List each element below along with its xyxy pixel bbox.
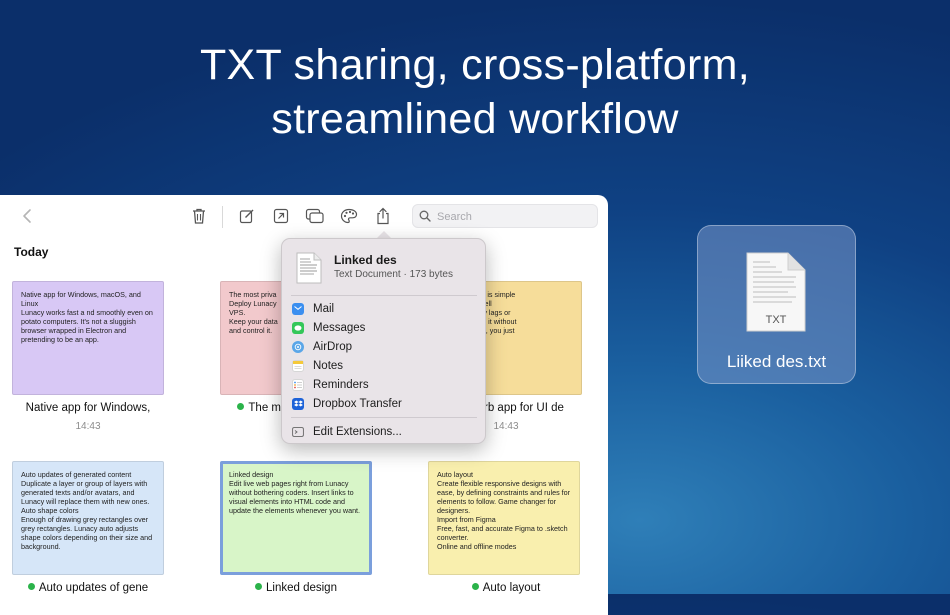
share-item-label: Messages — [313, 322, 366, 334]
share-item-label: Dropbox Transfer — [313, 398, 402, 410]
note-title-text: Auto layout — [482, 582, 541, 594]
share-item-label: Notes — [313, 360, 344, 372]
note-title[interactable]: The m — [208, 402, 281, 414]
edit-extensions-label: Edit Extensions... — [313, 426, 402, 438]
arrow-out-icon — [273, 208, 289, 224]
toolbar-divider — [222, 206, 223, 228]
share-item-airdrop[interactable]: AirDrop — [291, 338, 477, 356]
compose-button[interactable] — [236, 205, 258, 227]
notes-icon — [292, 360, 304, 372]
open-external-button[interactable] — [270, 205, 292, 227]
windows-button[interactable] — [304, 205, 326, 227]
trash-icon — [193, 208, 205, 224]
windows-icon — [305, 208, 324, 224]
doc-type-label: TXT — [766, 314, 787, 326]
palette-icon — [340, 208, 358, 224]
back-button[interactable] — [16, 205, 38, 227]
note-title[interactable]: Auto layout — [418, 582, 594, 594]
share-button[interactable] — [372, 205, 394, 227]
status-dot — [471, 583, 479, 590]
edit-extensions-item[interactable]: Edit Extensions... — [291, 423, 477, 441]
file-tile[interactable]: TXT Liiked des.txt — [697, 225, 856, 384]
note-title[interactable]: Linked design — [208, 582, 384, 594]
note-preview: Linked design Edit live web pages right … — [229, 470, 361, 515]
note-title[interactable]: Auto updates of gene — [0, 582, 176, 594]
share-item-dropbox-transfer[interactable]: Dropbox Transfer — [291, 395, 477, 413]
note-title-text: rb app for UI de — [484, 402, 564, 414]
note-preview: Auto layout Create flexible responsive d… — [437, 470, 571, 551]
mail-icon — [292, 303, 304, 315]
extensions-icon — [292, 426, 304, 438]
note-time: 14:43 — [75, 421, 101, 432]
menu-separator — [291, 295, 477, 296]
delete-button[interactable] — [188, 205, 210, 227]
txt-document-icon: TXT — [746, 252, 806, 332]
note-preview: The most priva Deploy Lunacy VPS. Keep y… — [229, 290, 278, 335]
share-item-label: Mail — [313, 303, 335, 315]
note-title-text: Linked design — [266, 582, 337, 594]
share-icon — [377, 207, 389, 225]
theme-button[interactable] — [338, 205, 360, 227]
dropbox-icon — [292, 398, 304, 410]
note-preview: Auto updates of generated content Duplic… — [21, 470, 153, 551]
share-item-reminders[interactable]: Reminders — [291, 376, 477, 394]
search-field[interactable] — [412, 204, 598, 228]
headline: TXT sharing, cross-platform, streamlined… — [0, 38, 950, 146]
share-item-label: Reminders — [313, 379, 369, 391]
headline-line-2: streamlined workflow — [271, 95, 679, 143]
chevron-left-icon — [23, 209, 31, 223]
share-item-messages[interactable]: Messages — [291, 319, 477, 337]
share-item-label: AirDrop — [313, 341, 352, 353]
shared-file-meta: Text Document · 173 bytes — [334, 269, 453, 280]
note-title-text: Native app for Windows, — [25, 402, 151, 414]
menu-separator — [291, 417, 477, 418]
toolbar — [0, 195, 608, 239]
search-input[interactable] — [435, 208, 594, 226]
airdrop-icon — [292, 341, 304, 353]
headline-line-1: TXT sharing, cross-platform, — [199, 41, 751, 89]
note-title[interactable]: rb app for UI de — [484, 402, 584, 414]
status-dot — [237, 403, 245, 410]
note-preview: Native app for Windows, macOS, and Linux… — [21, 290, 153, 344]
note-card[interactable]: Auto layout Create flexible responsive d… — [428, 461, 580, 575]
note-card[interactable]: Native app for Windows, macOS, and Linux… — [12, 281, 164, 395]
status-dot — [255, 583, 262, 590]
note-title-text: Auto updates of gene — [38, 582, 149, 594]
note-title-text: The m — [248, 402, 281, 414]
reminders-icon — [292, 379, 304, 391]
section-title: Today — [14, 245, 49, 259]
file-tile-name: Liiked des.txt — [726, 352, 827, 371]
text-document-icon — [296, 252, 322, 284]
search-icon — [419, 210, 431, 222]
status-dot — [27, 583, 35, 590]
messages-icon — [292, 322, 304, 334]
note-title[interactable]: Native app for Windows, — [0, 402, 176, 414]
compose-icon — [239, 209, 254, 224]
share-item-notes[interactable]: Notes — [291, 357, 477, 375]
share-item-mail[interactable]: Mail — [291, 300, 477, 318]
share-menu: Linked des Text Document · 173 bytes Mai… — [281, 238, 486, 444]
note-card-selected[interactable]: Linked design Edit live web pages right … — [220, 461, 372, 575]
shared-file-name: Linked des — [334, 253, 397, 267]
note-card[interactable]: Auto updates of generated content Duplic… — [12, 461, 164, 575]
